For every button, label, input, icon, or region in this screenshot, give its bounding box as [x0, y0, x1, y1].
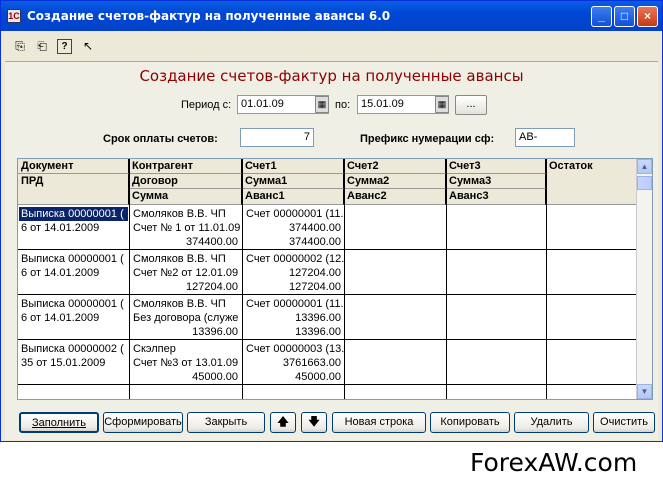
watermark-text: ForexAW.com [470, 448, 638, 477]
header-account1[interactable]: Счет1 [242, 159, 344, 174]
table-row[interactable]: Выписка 00000001 ( 6 от 14.01.2009 Смоля… [18, 205, 638, 250]
move-down-button[interactable]: 🡇 [301, 412, 327, 433]
table-header: Документ ПРД Контрагент Договор Сумма Сч… [18, 159, 638, 205]
calendar-to-icon[interactable]: ▦ [435, 96, 449, 113]
maximize-button[interactable]: □ [614, 6, 635, 27]
header-contract[interactable]: Договор [129, 174, 242, 189]
row-sum1[interactable]: 374400.00 [244, 221, 344, 235]
header-advance2[interactable]: Аванс2 [344, 189, 446, 205]
window-title: Создание счетов-фактур на полученные ава… [27, 9, 391, 23]
header-sum1[interactable]: Сумма1 [242, 174, 344, 189]
header-contractor[interactable]: Контрагент [129, 159, 242, 174]
header-sum3[interactable]: Сумма3 [446, 174, 546, 189]
advances-table[interactable]: Документ ПРД Контрагент Договор Сумма Сч… [17, 158, 653, 400]
fill-button[interactable]: Заполнить [19, 412, 99, 433]
header-remainder[interactable]: Остаток [546, 159, 638, 205]
calendar-from-icon[interactable]: ▦ [315, 96, 329, 113]
row-doc-line1[interactable]: Выписка 00000001 ( [19, 207, 128, 221]
header-document[interactable]: Документ [18, 159, 129, 174]
app-window: 1С Создание счетов-фактур на полученные … [0, 0, 663, 442]
row-account1[interactable]: Счет 00000001 (11. [244, 297, 344, 311]
scroll-down-icon[interactable]: ▼ [637, 384, 652, 399]
row-sum[interactable]: 127204.00 [131, 280, 241, 294]
prefix-label: Префикс нумерации сф: [360, 133, 495, 145]
header-sum2[interactable]: Сумма2 [344, 174, 446, 189]
new-row-button[interactable]: Новая строка [332, 412, 426, 433]
row-sum[interactable]: 13396.00 [131, 325, 241, 339]
fill-button-label: Заполнить [31, 417, 86, 429]
period-from-label: Период с: [181, 99, 232, 111]
payment-term-label: Срок оплаты счетов: [103, 133, 218, 145]
row-doc-line2[interactable]: 35 от 15.01.2009 [19, 356, 128, 370]
row-contract[interactable]: Счет №2 от 12.01.09 [131, 266, 241, 280]
close-window-button[interactable]: × [637, 6, 658, 27]
row-doc-line1[interactable]: Выписка 00000002 ( [19, 342, 128, 356]
table-row[interactable]: Выписка 00000001 ( 6 от 14.01.2009 Смоля… [18, 250, 638, 295]
row-sum[interactable]: 374400.00 [131, 235, 241, 249]
copy-button[interactable]: Копировать [430, 412, 510, 433]
help-icon[interactable]: ? [57, 39, 72, 54]
save-icon[interactable]: ⎗ [33, 37, 51, 55]
row-advance1[interactable]: 374400.00 [244, 235, 344, 249]
row-sum1[interactable]: 3761663.00 [244, 356, 344, 370]
scroll-thumb[interactable] [637, 176, 652, 190]
header-sum[interactable]: Сумма [129, 189, 242, 205]
row-contractor[interactable]: Смоляков В.В. ЧП [131, 297, 241, 311]
vertical-scrollbar[interactable]: ▲ ▼ [636, 159, 652, 399]
row-contractor[interactable]: Смоляков В.В. ЧП [131, 252, 241, 266]
prefix-field[interactable]: АВ- [515, 128, 575, 147]
row-doc-line1[interactable]: Выписка 00000001 ( [19, 297, 128, 311]
scroll-up-icon[interactable]: ▲ [637, 159, 652, 174]
row-account1[interactable]: Счет 00000002 (12. [244, 252, 344, 266]
move-up-button[interactable]: 🡅 [270, 412, 296, 433]
header-advance3[interactable]: Аванс3 [446, 189, 546, 205]
row-doc-line1[interactable]: Выписка 00000001 ( [19, 252, 128, 266]
row-account1[interactable]: Счет 00000003 (13. [244, 342, 344, 356]
row-advance1[interactable]: 127204.00 [244, 280, 344, 294]
table-row[interactable]: Выписка 00000001 ( 6 от 14.01.2009 Смоля… [18, 295, 638, 340]
row-doc-line2[interactable]: 6 от 14.01.2009 [19, 266, 128, 280]
row-advance1[interactable]: 45000.00 [244, 370, 344, 384]
form-heading: Создание счетов-фактур на полученные ава… [139, 67, 524, 85]
row-contract[interactable]: Счет №3 от 13.01.09 [131, 356, 241, 370]
toolbar: ⎘ ⎗ ? ↖ [7, 35, 657, 57]
pointer-help-icon[interactable]: ↖ [79, 37, 97, 55]
app-icon: 1С [7, 9, 21, 23]
row-contract[interactable]: Счет № 1 от 11.01.09 [131, 221, 241, 235]
row-contract[interactable]: Без договора (служе [131, 311, 241, 325]
close-button[interactable]: Закрыть [187, 412, 265, 433]
row-doc-line2[interactable]: 6 от 14.01.2009 [19, 221, 128, 235]
header-account2[interactable]: Счет2 [344, 159, 446, 174]
open-icon[interactable]: ⎘ [11, 37, 29, 55]
header-advance1[interactable]: Аванс1 [242, 189, 344, 205]
clear-button[interactable]: Очистить [593, 412, 655, 433]
form-button[interactable]: Сформировать [103, 412, 183, 433]
header-prd[interactable]: ПРД [18, 174, 129, 205]
table-row[interactable]: Выписка 00000002 ( 35 от 15.01.2009 Скэл… [18, 340, 638, 385]
minimize-button[interactable]: _ [591, 6, 612, 27]
period-to-label: по: [335, 99, 351, 111]
row-contractor[interactable]: Смоляков В.В. ЧП [131, 207, 241, 221]
form-area: Создание счетов-фактур на полученные ава… [5, 61, 658, 440]
row-contractor[interactable]: Скэлпер [131, 342, 241, 356]
period-select-button[interactable]: ... [455, 95, 487, 115]
payment-term-field[interactable]: 7 [240, 128, 314, 147]
row-advance1[interactable]: 13396.00 [244, 325, 344, 339]
row-account1[interactable]: Счет 00000001 (11. [244, 207, 344, 221]
delete-button[interactable]: Удалить [514, 412, 589, 433]
header-account3[interactable]: Счет3 [446, 159, 546, 174]
row-sum1[interactable]: 127204.00 [244, 266, 344, 280]
title-bar[interactable]: 1С Создание счетов-фактур на полученные … [1, 1, 662, 31]
row-sum[interactable]: 45000.00 [131, 370, 241, 384]
row-sum1[interactable]: 13396.00 [244, 311, 344, 325]
row-doc-line2[interactable]: 6 от 14.01.2009 [19, 311, 128, 325]
